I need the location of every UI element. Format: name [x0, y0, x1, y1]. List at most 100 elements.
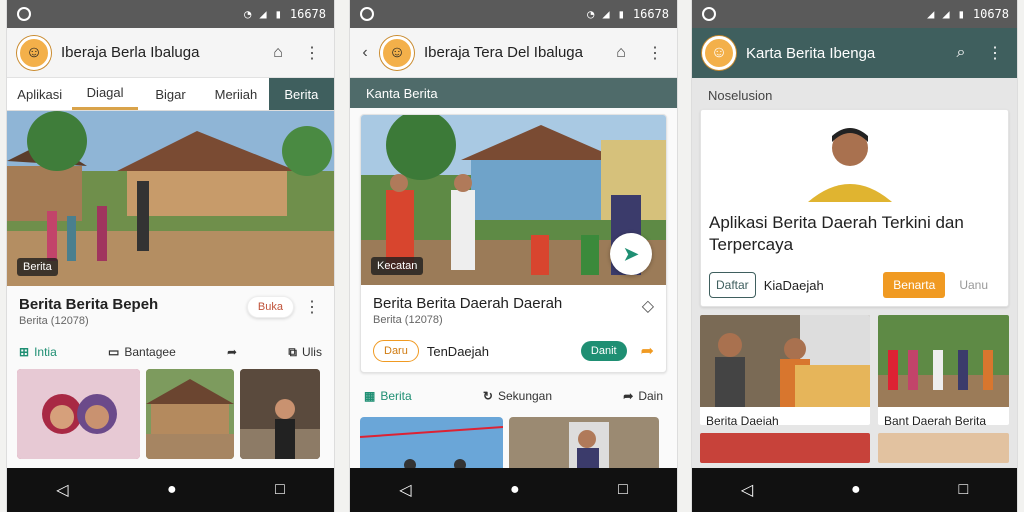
- status-time: 10678: [972, 7, 1009, 21]
- home-icon[interactable]: ●: [167, 481, 177, 499]
- system-nav-bar: ◁ ● □: [350, 468, 677, 512]
- status-time: 16678: [632, 7, 669, 21]
- comment-action[interactable]: ▭ Bantagee: [108, 345, 176, 359]
- status-bar: ◔ ◢ ▮ 16678: [350, 0, 677, 28]
- section-label: Noselusion: [708, 88, 773, 103]
- news-icon: ▦: [364, 389, 376, 403]
- phone-screen-1: ◔ ◢ ▮ 16678 ☺ Iberaja Berla Ibaluga ⌂ ⋮ …: [7, 0, 334, 512]
- signal-icon: ◢: [602, 7, 610, 21]
- more-icon[interactable]: ⋮: [643, 41, 667, 65]
- battery-icon: ▮: [274, 7, 282, 21]
- home-icon[interactable]: ●: [510, 481, 520, 499]
- notification-icon: [360, 7, 374, 21]
- wifi-icon: ◔: [244, 7, 252, 21]
- app-bar: ☺ Iberaja Berla Ibaluga ⌂ ⋮: [7, 28, 334, 78]
- comment-icon: ▭: [108, 345, 120, 359]
- signal-icon-2: ◢: [942, 7, 950, 21]
- outline-label: KiaDaejah: [763, 277, 824, 293]
- hero-photo[interactable]: Berita: [7, 111, 334, 286]
- register-button[interactable]: Daftar: [709, 272, 756, 298]
- action-row: ▦ Berita ↻ Sekungan ➦ Dain: [350, 379, 677, 413]
- thumbnail-grid: [7, 369, 334, 459]
- tab-berita[interactable]: Berita: [268, 78, 334, 110]
- news-thumbnail-1[interactable]: Berita Daejah: [700, 315, 870, 425]
- more-icon[interactable]: ⋮: [983, 41, 1007, 65]
- photo-badge: Kecatan: [371, 257, 424, 275]
- open-button[interactable]: Buka: [246, 295, 294, 318]
- system-nav-bar: ◁ ● □: [7, 468, 334, 512]
- recents-icon[interactable]: □: [958, 481, 968, 499]
- share-icon[interactable]: ➦: [641, 341, 654, 361]
- status-time: 16678: [289, 7, 326, 21]
- app-bar: ☺ Karta Berita Ibenga ⌕ ⋮: [692, 28, 1017, 78]
- tab-meriiah[interactable]: Meriiah: [203, 78, 268, 110]
- follow-button[interactable]: Danit: [580, 341, 627, 361]
- system-nav-bar: ◁ ● □: [692, 468, 1017, 512]
- primary-button[interactable]: Benarta: [883, 272, 946, 298]
- back-icon[interactable]: ◁: [741, 480, 753, 500]
- notification-icon: [17, 7, 31, 21]
- news-action[interactable]: ▦ Berita: [364, 389, 412, 403]
- thumbnail-3[interactable]: [240, 369, 320, 459]
- back-arrow-icon[interactable]: ‹: [360, 41, 370, 65]
- tag-icon[interactable]: ◇: [642, 296, 654, 316]
- comment-icon: ↻: [482, 389, 493, 403]
- battery-icon: ▮: [617, 7, 625, 21]
- thumbnail-2[interactable]: [146, 369, 234, 459]
- category-tabs: Aplikasi Diagal Bigar Meriiah Berita: [7, 78, 334, 111]
- region-chip[interactable]: Daru: [373, 340, 419, 362]
- section-bar: Kanta Berita: [350, 78, 677, 108]
- intia-icon: ⊞: [19, 345, 30, 359]
- phone-screen-2: ◔ ◢ ▮ 16678 ‹ ☺ Iberaja Tera Del Ibaluga…: [350, 0, 677, 512]
- secondary-link[interactable]: Uanu: [959, 278, 988, 292]
- bookmark-icon[interactable]: ⌂: [609, 41, 633, 65]
- back-icon[interactable]: ◁: [56, 480, 68, 500]
- article-meta: Berita (12078): [19, 315, 89, 327]
- signal-icon: ◢: [259, 7, 267, 21]
- article-headline[interactable]: Berita Berita Bepeh: [7, 286, 170, 315]
- feature-headline[interactable]: Aplikasi Berita Daerah Terkini dan Terpe…: [709, 212, 978, 256]
- bookmark-icon[interactable]: ⌂: [266, 41, 290, 65]
- play-button[interactable]: ➤: [610, 233, 652, 275]
- home-icon[interactable]: ●: [851, 481, 861, 499]
- recents-icon[interactable]: □: [618, 481, 628, 499]
- thumbnail-1[interactable]: [17, 369, 140, 459]
- tab-aplikasi[interactable]: Aplikasi: [7, 78, 72, 110]
- list-action[interactable]: ⧉ Ulis: [288, 345, 322, 360]
- thumbnail-caption-2: Bant Daerah Berita: [884, 414, 987, 425]
- photo-badge: Berita: [17, 258, 58, 276]
- signal-icon: ◢: [927, 7, 935, 21]
- app-logo[interactable]: ☺: [17, 35, 51, 70]
- comment-action[interactable]: ↻ Sekungan: [483, 389, 552, 403]
- tab-bigar[interactable]: Bigar: [138, 78, 203, 110]
- tab-diagal[interactable]: Diagal: [72, 78, 138, 110]
- card-more-icon[interactable]: ⋮: [300, 295, 324, 319]
- share-action[interactable]: ⊞ Intia: [19, 345, 57, 359]
- news-thumbnail-2[interactable]: Bant Daerah Berita: [878, 315, 1009, 425]
- article-card[interactable]: Kecatan ➤ Berita Berita Daerah Daerah Be…: [360, 114, 667, 373]
- forward-icon[interactable]: ➦: [227, 345, 237, 359]
- hero-photo[interactable]: Kecatan ➤: [361, 115, 666, 285]
- thumbnail-caption-1: Berita Daejah: [706, 414, 779, 425]
- battery-icon: ▮: [957, 7, 965, 21]
- news-thumbnail-3[interactable]: [700, 433, 870, 463]
- feature-card[interactable]: Aplikasi Berita Daerah Terkini dan Terpe…: [700, 109, 1009, 307]
- app-title: Iberaja Tera Del Ibaluga: [424, 44, 583, 61]
- app-logo[interactable]: ☺: [702, 36, 736, 70]
- news-thumbnail-4[interactable]: [878, 433, 1009, 463]
- app-bar: ‹ ☺ Iberaja Tera Del Ibaluga ⌂ ⋮: [350, 28, 677, 78]
- back-icon[interactable]: ◁: [399, 480, 411, 500]
- forward-action[interactable]: ➦ Dain: [623, 389, 663, 403]
- more-icon[interactable]: ⋮: [300, 41, 324, 65]
- article-meta: Berita (12078): [373, 314, 443, 326]
- feature-portrait: [803, 116, 897, 202]
- article-headline[interactable]: Berita Berita Daerah Daerah: [361, 285, 574, 314]
- recents-icon[interactable]: □: [275, 481, 285, 499]
- notification-icon: [702, 7, 716, 21]
- app-logo[interactable]: ☺: [380, 35, 414, 70]
- search-icon[interactable]: ⌕: [949, 41, 973, 65]
- region-label: TenDaejah: [426, 343, 489, 359]
- forward-icon: ➦: [623, 389, 634, 403]
- app-title: Karta Berita Ibenga: [746, 44, 876, 62]
- status-bar: ◔ ◢ ▮ 16678: [7, 0, 334, 28]
